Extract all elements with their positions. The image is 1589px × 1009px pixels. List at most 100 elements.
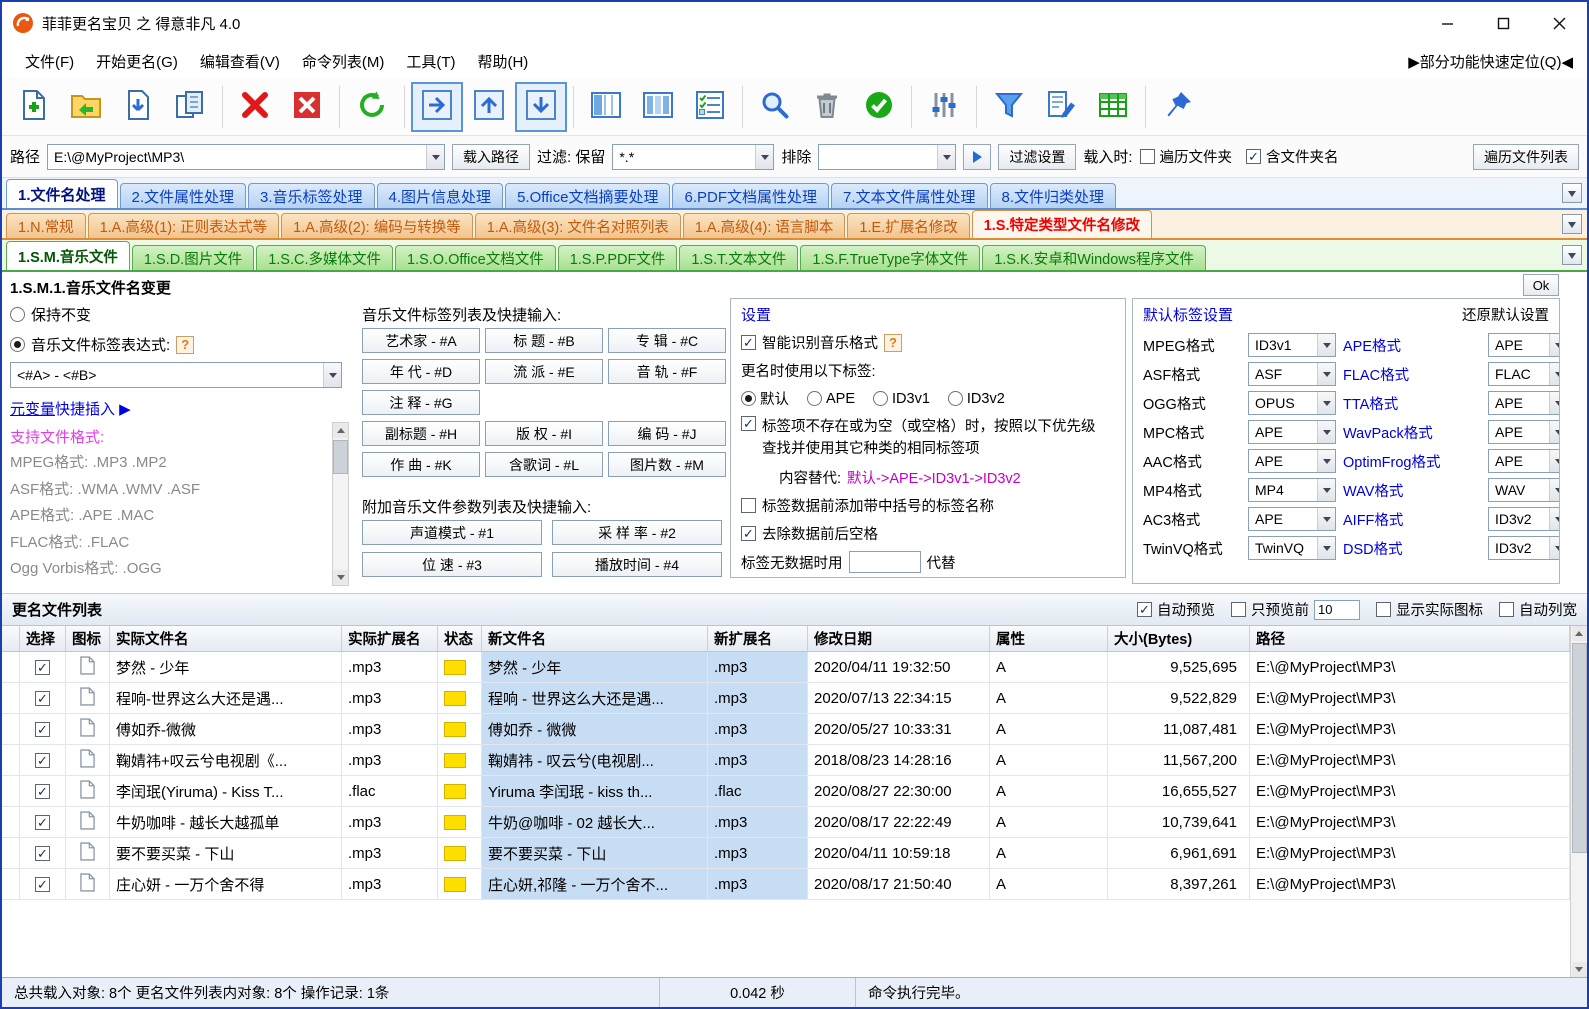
chevron-down-icon[interactable]: [1317, 479, 1335, 501]
tab-tab3-5[interactable]: 1.S.T.文本文件: [679, 245, 798, 270]
default-tag-select2-7[interactable]: ID3v2: [1488, 536, 1560, 560]
tab-tab1-7[interactable]: 8.文件归类处理: [990, 183, 1117, 208]
column-header-6[interactable]: 新扩展名: [708, 626, 808, 651]
default-tag-select-4[interactable]: APE: [1248, 449, 1336, 473]
scroll-up-icon[interactable]: [333, 423, 348, 438]
row-checkbox[interactable]: [35, 722, 50, 737]
preview-form-button[interactable]: [684, 82, 736, 132]
tab-tab2-6[interactable]: 1.S.特定类型文件名修改: [972, 210, 1152, 238]
tab-tab3-4[interactable]: 1.S.P.PDF文件: [558, 245, 678, 270]
list-option-3[interactable]: 自动列宽: [1499, 599, 1577, 620]
tab-overflow-button[interactable]: [1562, 245, 1582, 265]
radio[interactable]: [741, 391, 756, 406]
edit-list-button[interactable]: [1035, 82, 1087, 132]
default-tag-select-6[interactable]: APE: [1248, 507, 1336, 531]
row-checkbox[interactable]: [35, 846, 50, 861]
tab-tab1-3[interactable]: 4.图片信息处理: [377, 183, 504, 208]
chevron-down-icon[interactable]: [1317, 508, 1335, 530]
row-select-cell[interactable]: [20, 807, 66, 837]
reset-defaults-link[interactable]: 还原默认设置: [1462, 304, 1549, 325]
checkbox[interactable]: [1137, 602, 1152, 617]
column-header-3[interactable]: 实际扩展名: [342, 626, 438, 651]
menu-item-4[interactable]: 工具(T): [395, 48, 466, 75]
scroll-thumb[interactable]: [1572, 643, 1587, 853]
tag-kind-radio-1[interactable]: APE: [807, 391, 855, 407]
table-row-7[interactable]: 庄心妍 - 一万个舍不得.mp3庄心妍,祁隆 - 一万个舍不....mp3202…: [2, 869, 1570, 900]
filter-button[interactable]: [983, 82, 1035, 132]
table-row-3[interactable]: 鞠婧祎+叹云兮电视剧《....mp3鞠婧祎 - 叹云兮(电视剧....mp320…: [2, 745, 1570, 776]
no-data-input[interactable]: [849, 551, 921, 573]
exclude-combobox[interactable]: [818, 144, 956, 170]
scroll-up-icon[interactable]: [1572, 626, 1587, 641]
expression-combobox[interactable]: <#A> - <#B>: [10, 362, 342, 388]
menu-item-1[interactable]: 开始更名(G): [85, 48, 189, 75]
table-row-2[interactable]: 傅如乔-微微.mp3傅如乔 - 微微.mp32020/05/27 10:33:3…: [2, 714, 1570, 745]
checkbox[interactable]: [1246, 149, 1261, 164]
tag-fallback-checkbox[interactable]: [741, 416, 756, 431]
new-list-button[interactable]: [8, 82, 60, 132]
param-button-0[interactable]: 声道模式 - #1: [362, 520, 542, 545]
row-select-cell[interactable]: [20, 838, 66, 868]
format-link-5[interactable]: WAV格式: [1343, 480, 1481, 501]
chevron-down-icon[interactable]: [1549, 392, 1560, 414]
tune-settings-button[interactable]: [918, 82, 970, 132]
column-header-1[interactable]: 图标: [66, 626, 110, 651]
tag-button-11[interactable]: 编 码 - #J: [608, 421, 726, 446]
chevron-down-icon[interactable]: [755, 145, 773, 169]
table-row-5[interactable]: 牛奶咖啡 - 越长大越孤单.mp3牛奶@咖啡 - 02 越长大....mp320…: [2, 807, 1570, 838]
row-checkbox[interactable]: [35, 784, 50, 799]
table-vertical-scrollbar[interactable]: [1570, 626, 1587, 977]
default-tag-select-5[interactable]: MP4: [1248, 478, 1336, 502]
chevron-down-icon[interactable]: [1317, 421, 1335, 443]
tab-tab2-3[interactable]: 1.A.高级(3): 文件名对照列表: [475, 213, 681, 238]
radio[interactable]: [873, 391, 888, 406]
ok-button[interactable]: Ok: [1523, 274, 1559, 296]
default-tag-select-1[interactable]: ASF: [1248, 362, 1336, 386]
chevron-down-icon[interactable]: [426, 145, 444, 169]
move-up-button[interactable]: [463, 82, 515, 132]
menu-item-5[interactable]: 帮助(H): [466, 48, 539, 75]
trim-spaces-checkbox[interactable]: [741, 526, 756, 541]
checkbox[interactable]: [1140, 149, 1155, 164]
close-button[interactable]: [1531, 2, 1587, 44]
tag-button-9[interactable]: 副标题 - #H: [362, 421, 480, 446]
tag-expression-radio[interactable]: [10, 337, 25, 352]
meta-variable-link[interactable]: 元变量: [10, 398, 55, 419]
apply-filter-button[interactable]: [963, 144, 991, 170]
default-tag-select-0[interactable]: ID3v1: [1248, 333, 1336, 357]
tag-button-14[interactable]: 图片数 - #M: [608, 452, 726, 477]
chevron-down-icon[interactable]: [1549, 537, 1560, 559]
panel-layout-button[interactable]: [580, 82, 632, 132]
default-tag-select2-3[interactable]: APE: [1488, 420, 1560, 444]
export-grid-button[interactable]: [1087, 82, 1139, 132]
filter-combobox[interactable]: *.*: [612, 144, 774, 170]
default-tag-select2-4[interactable]: APE: [1488, 449, 1560, 473]
chevron-down-icon[interactable]: [1549, 508, 1560, 530]
tab-tab3-0[interactable]: 1.S.M.音乐文件: [6, 241, 130, 270]
tab-tab3-1[interactable]: 1.S.D.图片文件: [132, 245, 254, 270]
radio[interactable]: [807, 391, 822, 406]
refresh-button[interactable]: [346, 82, 398, 132]
format-link-4[interactable]: OptimFrog格式: [1343, 451, 1481, 472]
tab-overflow-button[interactable]: [1562, 214, 1582, 234]
radio[interactable]: [948, 391, 963, 406]
load-list-button[interactable]: [112, 82, 164, 132]
load-option-0[interactable]: 遍历文件夹: [1140, 146, 1233, 167]
chevron-down-icon[interactable]: [937, 145, 955, 169]
tab-tab3-2[interactable]: 1.S.C.多媒体文件: [256, 245, 393, 270]
row-select-cell[interactable]: [20, 683, 66, 713]
menu-item-2[interactable]: 编辑查看(V): [189, 48, 291, 75]
table-row-1[interactable]: 程响-世界这么大还是遇....mp3程响 - 世界这么大还是遇....mp320…: [2, 683, 1570, 714]
table-row-0[interactable]: 梦然 - 少年.mp3梦然 - 少年.mp32020/04/11 19:32:5…: [2, 652, 1570, 683]
clean-filter-button[interactable]: [801, 82, 853, 132]
checkbox[interactable]: [1376, 602, 1391, 617]
tag-button-4[interactable]: 流 派 - #E: [485, 359, 603, 384]
list-option-1[interactable]: 只预览前: [1231, 599, 1360, 620]
filter-settings-button[interactable]: 过滤设置: [998, 144, 1076, 170]
format-link-1[interactable]: FLAC格式: [1343, 364, 1481, 385]
tab-tab3-6[interactable]: 1.S.F.TrueType字体文件: [800, 245, 980, 270]
column-header-10[interactable]: 路径: [1250, 626, 1570, 651]
tag-kind-radio-0[interactable]: 默认: [741, 388, 789, 409]
row-select-cell[interactable]: [20, 776, 66, 806]
tag-button-10[interactable]: 版 权 - #I: [485, 421, 603, 446]
